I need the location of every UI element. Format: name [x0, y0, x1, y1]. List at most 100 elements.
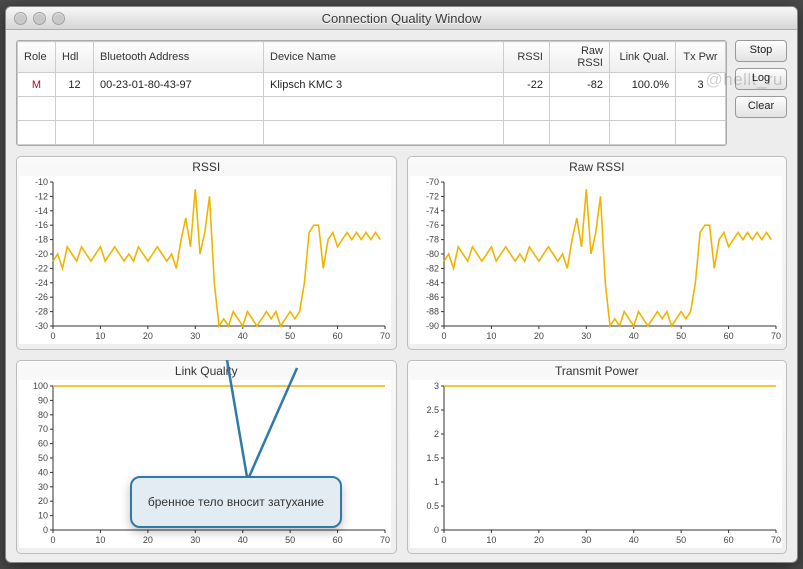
cell-hdl: 12 [56, 73, 94, 97]
chart-tx-power: 00.511.522.53010203040506070 [410, 380, 782, 548]
content-area: @hellt_ru Role Hdl Bluetooth Address Dev… [6, 30, 797, 562]
chart-rssi: -10-12-14-16-18-20-22-24-26-28-300102030… [19, 176, 391, 344]
col-addr[interactable]: Bluetooth Address [94, 42, 264, 73]
svg-text:50: 50 [38, 453, 48, 463]
cell-raw-rssi: -82 [550, 73, 610, 97]
cell-name: Klipsch KMC 3 [264, 73, 504, 97]
svg-text:40: 40 [38, 467, 48, 477]
cell-role: M [18, 73, 56, 97]
svg-text:0: 0 [50, 331, 55, 341]
svg-text:80: 80 [38, 410, 48, 420]
svg-text:-86: -86 [425, 292, 438, 302]
col-hdl[interactable]: Hdl [56, 42, 94, 73]
svg-text:10: 10 [486, 331, 496, 341]
connections-table: Role Hdl Bluetooth Address Device Name R… [16, 40, 727, 146]
svg-text:40: 40 [238, 535, 248, 545]
col-role[interactable]: Role [18, 42, 56, 73]
close-icon[interactable] [14, 12, 27, 25]
svg-text:20: 20 [533, 331, 543, 341]
annotation-callout: бренное тело вносит затухание [130, 476, 342, 528]
svg-text:-12: -12 [35, 191, 48, 201]
svg-text:-16: -16 [35, 220, 48, 230]
svg-text:0: 0 [50, 535, 55, 545]
window-title: Connection Quality Window [6, 11, 797, 26]
svg-text:-90: -90 [425, 321, 438, 331]
svg-text:-24: -24 [35, 278, 48, 288]
col-name[interactable]: Device Name [264, 42, 504, 73]
svg-text:3: 3 [433, 381, 438, 391]
svg-text:50: 50 [676, 535, 686, 545]
table-row[interactable]: M 12 00-23-01-80-43-97 Klipsch KMC 3 -22… [18, 73, 726, 97]
svg-text:0: 0 [441, 535, 446, 545]
panel-tx-power: Transmit Power 00.511.522.53010203040506… [407, 360, 788, 554]
svg-text:2: 2 [433, 429, 438, 439]
svg-text:-88: -88 [425, 307, 438, 317]
svg-text:-28: -28 [35, 307, 48, 317]
svg-text:-18: -18 [35, 235, 48, 245]
svg-text:-26: -26 [35, 292, 48, 302]
cell-link-qual: 100.0% [610, 73, 676, 97]
svg-text:100: 100 [33, 381, 48, 391]
svg-text:70: 70 [380, 535, 390, 545]
svg-text:60: 60 [723, 535, 733, 545]
panel-rssi: RSSI -10 -12 -14 -16 -18 -20 -22 -24 -26 -28 -300 1… [16, 156, 397, 350]
svg-text:-10: -10 [35, 177, 48, 187]
chart-title: Raw RSSI [410, 160, 785, 174]
chart-title: Transmit Power [410, 364, 785, 378]
svg-text:30: 30 [581, 535, 591, 545]
table-row-empty [18, 121, 726, 145]
svg-text:70: 70 [770, 535, 780, 545]
titlebar[interactable]: Connection Quality Window [6, 7, 797, 30]
svg-text:60: 60 [333, 331, 343, 341]
svg-text:-20: -20 [35, 249, 48, 259]
app-window: Connection Quality Window @hellt_ru Role… [5, 6, 798, 563]
col-raw-rssi[interactable]: Raw RSSI [550, 42, 610, 73]
log-button[interactable]: Log [735, 68, 787, 90]
svg-text:-22: -22 [35, 263, 48, 273]
svg-text:40: 40 [238, 331, 248, 341]
col-tx-pwr[interactable]: Tx Pwr [676, 42, 726, 73]
table-row-empty [18, 97, 726, 121]
svg-text:-70: -70 [425, 177, 438, 187]
cell-rssi: -22 [504, 73, 550, 97]
cell-addr: 00-23-01-80-43-97 [94, 73, 264, 97]
svg-text:10: 10 [95, 331, 105, 341]
col-link-qual[interactable]: Link Qual. [610, 42, 676, 73]
zoom-icon[interactable] [52, 12, 65, 25]
panel-raw-rssi: Raw RSSI -70-72-74-76-78-80-82-84-86-88-… [407, 156, 788, 350]
svg-text:-72: -72 [425, 191, 438, 201]
svg-text:60: 60 [38, 439, 48, 449]
svg-text:20: 20 [143, 535, 153, 545]
svg-text:10: 10 [38, 511, 48, 521]
svg-text:60: 60 [333, 535, 343, 545]
svg-text:10: 10 [486, 535, 496, 545]
chart-title: Link Quality [19, 364, 394, 378]
minimize-icon[interactable] [33, 12, 46, 25]
svg-text:0: 0 [433, 525, 438, 535]
button-column: Stop Log Clear [735, 40, 787, 118]
svg-text:-80: -80 [425, 249, 438, 259]
svg-text:-74: -74 [425, 206, 438, 216]
chart-title: RSSI [19, 160, 394, 174]
svg-text:30: 30 [190, 535, 200, 545]
svg-text:30: 30 [581, 331, 591, 341]
svg-text:-14: -14 [35, 206, 48, 216]
svg-text:10: 10 [95, 535, 105, 545]
svg-text:20: 20 [533, 535, 543, 545]
traffic-lights [14, 12, 65, 25]
callout-text: бренное тело вносит затухание [148, 495, 324, 509]
svg-text:0: 0 [441, 331, 446, 341]
svg-text:-84: -84 [425, 278, 438, 288]
svg-text:30: 30 [190, 331, 200, 341]
clear-button[interactable]: Clear [735, 96, 787, 118]
stop-button[interactable]: Stop [735, 40, 787, 62]
svg-text:60: 60 [723, 331, 733, 341]
svg-text:-30: -30 [35, 321, 48, 331]
svg-text:70: 70 [38, 424, 48, 434]
svg-text:70: 70 [380, 331, 390, 341]
svg-text:50: 50 [285, 331, 295, 341]
svg-text:50: 50 [676, 331, 686, 341]
svg-text:2.5: 2.5 [426, 405, 439, 415]
col-rssi[interactable]: RSSI [504, 42, 550, 73]
chart-raw-rssi: -70-72-74-76-78-80-82-84-86-88-900102030… [410, 176, 782, 344]
